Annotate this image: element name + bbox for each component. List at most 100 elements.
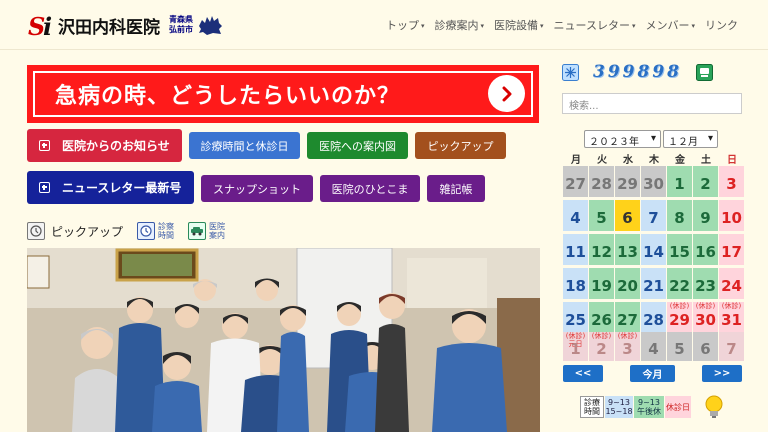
prev-month-button[interactable]: << bbox=[563, 365, 603, 382]
calendar-day[interactable]: 7 bbox=[719, 332, 745, 362]
calendar-day[interactable]: 14 bbox=[641, 234, 667, 266]
year-select[interactable]: ２０２３年 ▾ bbox=[584, 130, 661, 148]
calendar-day[interactable]: 5 bbox=[667, 332, 693, 362]
snapshot-button[interactable]: スナップショット bbox=[201, 175, 313, 202]
weekday-header: 土 bbox=[701, 155, 711, 166]
weekday-header: 木 bbox=[649, 155, 659, 166]
calendar-day-number: 22 bbox=[669, 276, 690, 295]
calendar-day[interactable]: (休診) 31 bbox=[719, 302, 745, 334]
calendar-day[interactable]: 9 bbox=[693, 200, 719, 232]
news-from-clinic-button[interactable]: 医院からのお知らせ bbox=[27, 129, 182, 162]
next-month-button[interactable]: >> bbox=[702, 365, 742, 382]
calendar-day[interactable]: 12 bbox=[589, 234, 615, 266]
calendar-day-number: 7 bbox=[726, 339, 737, 358]
calendar-day[interactable]: 6 bbox=[615, 200, 641, 232]
pickup-button[interactable]: ピックアップ bbox=[415, 132, 506, 159]
calendar-day[interactable]: (休診)元日 1 bbox=[563, 332, 589, 362]
calendar-day[interactable]: (休診) 30 bbox=[693, 302, 719, 334]
calendar-day[interactable]: 1 bbox=[667, 166, 693, 198]
logo-mark: Si bbox=[28, 12, 53, 41]
current-month-button[interactable]: 今月 bbox=[630, 365, 675, 382]
calendar-day-number: 4 bbox=[570, 208, 581, 227]
calendar-day[interactable]: 30 bbox=[641, 166, 667, 198]
clinic-moments-button[interactable]: 医院のひとこま bbox=[320, 175, 420, 202]
site-header: Si 沢田内科医院 青森県 弘前市 トップ ▾ 診療案内 ▾ 医院設備 ▾ ニュースレ… bbox=[0, 0, 768, 50]
calendar-day[interactable]: 27 bbox=[615, 302, 641, 334]
counter-badge-icon bbox=[695, 63, 713, 81]
calendar-day[interactable]: 25 bbox=[563, 302, 589, 334]
calendar-day[interactable]: 3 bbox=[719, 166, 745, 198]
calendar-day[interactable]: 15 bbox=[667, 234, 693, 266]
closed-day-tag: (休診) bbox=[721, 302, 742, 310]
calendar-day-number: 1 bbox=[570, 339, 581, 358]
calendar-day-number: 7 bbox=[648, 208, 659, 227]
pickup-label: ピックアップ bbox=[51, 224, 124, 239]
map-link[interactable]: 医院 案内 bbox=[188, 222, 225, 240]
lightbulb-icon bbox=[705, 395, 723, 418]
calendar-day-number: 5 bbox=[674, 339, 685, 358]
site-logo[interactable]: Si 沢田内科医院 青森県 弘前市 bbox=[28, 12, 223, 41]
emergency-banner-text: 急病の時、どうしたらいいのか？ bbox=[55, 84, 401, 109]
calendar-day-number: 24 bbox=[721, 276, 742, 295]
calendar-day[interactable]: 6 bbox=[693, 332, 719, 362]
calendar-day[interactable]: 8 bbox=[667, 200, 693, 232]
weekday-header: 水 bbox=[623, 155, 633, 166]
main-nav: トップ ▾ 診療案内 ▾ 医院設備 ▾ ニュースレター ▾ メンバー ▾ リンク bbox=[386, 17, 738, 33]
calendar-day[interactable]: 22 bbox=[667, 268, 693, 300]
nav-newsletter[interactable]: ニュースレター ▾ bbox=[554, 17, 636, 33]
calendar-day-number: 20 bbox=[617, 276, 638, 295]
calendar-day[interactable]: 29 bbox=[615, 166, 641, 198]
calendar-day[interactable]: 18 bbox=[563, 268, 589, 300]
calendar-day[interactable]: 19 bbox=[589, 268, 615, 300]
hours-and-holidays-button[interactable]: 診療時間と休診日 bbox=[189, 132, 300, 159]
calendar-day-number: 13 bbox=[617, 242, 638, 261]
snowflake-icon bbox=[562, 63, 579, 81]
calendar-day[interactable]: 26 bbox=[589, 302, 615, 334]
calendar-day[interactable]: 2 bbox=[693, 166, 719, 198]
calendar-day[interactable]: 21 bbox=[641, 268, 667, 300]
calendar-day[interactable]: 28 bbox=[589, 166, 615, 198]
calendar-day[interactable]: 27 bbox=[563, 166, 589, 198]
calendar-day[interactable]: 23 bbox=[693, 268, 719, 300]
calendar-day-number: 18 bbox=[565, 276, 586, 295]
visitor-counter: 399898 bbox=[562, 62, 742, 82]
calendar-day-number: 6 bbox=[622, 208, 633, 227]
calendar-day-number: 17 bbox=[721, 242, 742, 261]
latest-newsletter-button[interactable]: ニュースレター最新号 bbox=[27, 171, 194, 204]
calendar-day[interactable]: 11 bbox=[563, 234, 589, 266]
aomori-map-icon bbox=[199, 16, 222, 35]
calendar-day[interactable]: (休診) 2 bbox=[589, 332, 615, 362]
calendar-day[interactable]: 7 bbox=[641, 200, 667, 232]
calendar-day[interactable]: 24 bbox=[719, 268, 745, 300]
calendar-day-number: 6 bbox=[700, 339, 711, 358]
closed-day-tag: (休診) bbox=[695, 302, 716, 310]
calendar-day[interactable]: 17 bbox=[719, 234, 745, 266]
legend-full-day: 9~13 15~18 bbox=[605, 396, 633, 418]
nav-facilities[interactable]: 医院設備 ▾ bbox=[494, 17, 544, 33]
calendar-day[interactable]: 16 bbox=[693, 234, 719, 266]
calendar-day[interactable]: 4 bbox=[641, 332, 667, 362]
emergency-banner[interactable]: 急病の時、どうしたらいいのか？ bbox=[27, 65, 539, 123]
nav-top[interactable]: トップ ▾ bbox=[386, 17, 425, 33]
nav-members[interactable]: メンバー ▾ bbox=[645, 17, 695, 33]
nav-links[interactable]: リンク bbox=[705, 17, 738, 33]
hours-link[interactable]: 診察 時間 bbox=[137, 222, 174, 240]
plus-icon bbox=[39, 182, 50, 193]
calendar-day[interactable]: 5 bbox=[589, 200, 615, 232]
calendar-day[interactable]: 10 bbox=[719, 200, 745, 232]
calendar-day[interactable]: 20 bbox=[615, 268, 641, 300]
calendar-day-number: 26 bbox=[591, 310, 612, 329]
calendar-day-number: 30 bbox=[695, 310, 716, 329]
calendar-day[interactable]: (休診) 3 bbox=[615, 332, 641, 362]
calendar-day[interactable]: (休診) 29 bbox=[667, 302, 693, 334]
calendar-day[interactable]: 28 bbox=[641, 302, 667, 334]
search-input[interactable]: 検索... bbox=[562, 93, 742, 114]
clinic-map-button[interactable]: 医院への案内図 bbox=[307, 132, 408, 159]
nav-clinic-guide[interactable]: 診療案内 ▾ bbox=[434, 17, 484, 33]
calendar-day[interactable]: 4 bbox=[563, 200, 589, 232]
chevron-right-icon[interactable] bbox=[488, 75, 525, 112]
calendar-day-number: 23 bbox=[695, 276, 716, 295]
month-select[interactable]: １２月 ▾ bbox=[663, 130, 718, 148]
calendar-day[interactable]: 13 bbox=[615, 234, 641, 266]
notebook-button[interactable]: 雑記帳 bbox=[427, 175, 485, 202]
